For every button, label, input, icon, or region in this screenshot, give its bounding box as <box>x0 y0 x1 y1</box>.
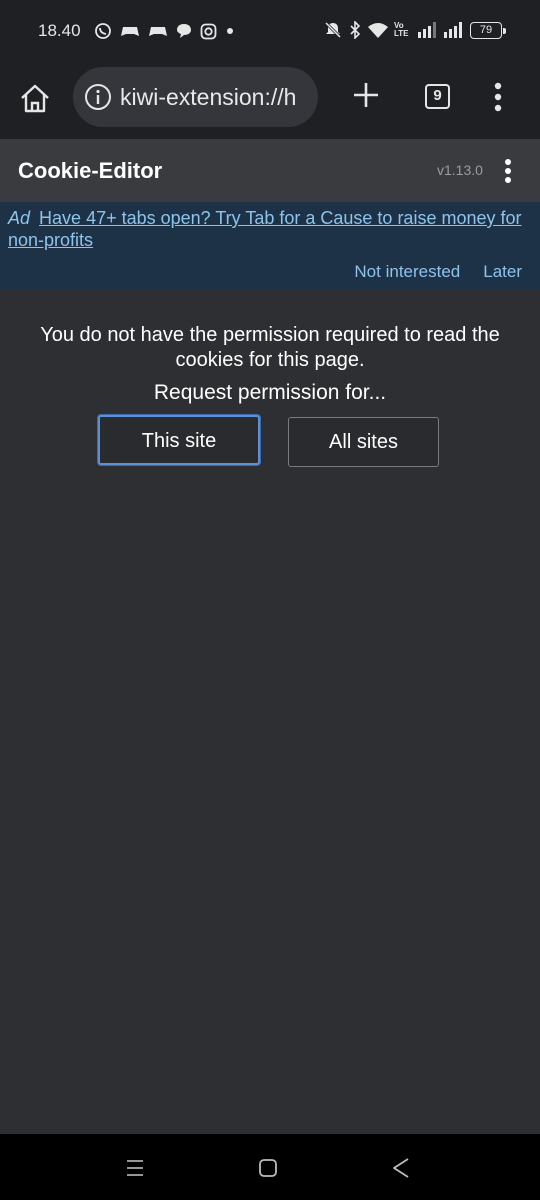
status-time: 18.40 <box>38 21 81 40</box>
tab-switcher-button[interactable]: 9 <box>425 84 450 109</box>
system-icons: Vo LTE 79 <box>324 21 506 39</box>
url-text[interactable]: kiwi-extension://h <box>120 84 296 111</box>
extension-menu-icon[interactable] <box>500 158 516 184</box>
permission-message: You do not have the permission required … <box>40 324 500 371</box>
ad-banner: Ad Have 47+ tabs open? Try Tab for a Cau… <box>0 202 540 289</box>
battery-indicator: 79 <box>470 21 506 39</box>
game-controller-icon <box>149 27 167 36</box>
home-icon[interactable] <box>18 82 52 116</box>
signal-icon <box>418 22 436 38</box>
ad-text: Ad Have 47+ tabs open? Try Tab for a Cau… <box>8 207 533 251</box>
extension-header: Cookie-Editor v1.13.0 <box>0 139 540 202</box>
ad-actions: Not interested Later <box>354 262 522 282</box>
recents-icon[interactable] <box>125 1158 145 1178</box>
wifi-icon <box>368 22 388 38</box>
back-icon[interactable] <box>391 1157 411 1179</box>
chat-bubble-icon <box>177 24 191 38</box>
new-tab-icon[interactable] <box>350 79 382 111</box>
all-sites-button[interactable]: All sites <box>288 417 439 467</box>
volte-icon: Vo LTE <box>394 21 409 38</box>
status-bar: 18.40 Vo LTE 79 <box>0 0 540 62</box>
whatsapp-icon <box>95 23 111 39</box>
signal-icon <box>444 22 462 38</box>
ad-label: Ad <box>8 208 31 228</box>
dot-icon <box>227 28 233 34</box>
later-button[interactable]: Later <box>483 262 522 282</box>
ad-link[interactable]: Have 47+ tabs open? Try Tab for a Cause … <box>8 208 522 250</box>
overflow-menu-icon[interactable] <box>486 80 510 114</box>
not-interested-button[interactable]: Not interested <box>354 262 460 282</box>
permission-request-label: Request permission for... <box>153 381 387 404</box>
info-icon[interactable] <box>84 83 112 111</box>
system-navigation-bar <box>0 1134 540 1200</box>
nav-home-icon[interactable] <box>258 1158 278 1178</box>
main-content: You do not have the permission required … <box>0 289 540 1134</box>
address-bar[interactable]: kiwi-extension://h <box>73 67 318 127</box>
extension-title: Cookie-Editor <box>18 158 163 183</box>
extension-version: v1.13.0 <box>437 162 483 178</box>
instagram-icon <box>200 23 217 39</box>
bluetooth-icon <box>350 21 361 39</box>
mute-icon <box>324 21 342 39</box>
game-controller-icon <box>121 27 139 36</box>
this-site-button[interactable]: This site <box>98 415 260 465</box>
notification-icons <box>94 22 235 40</box>
browser-toolbar: kiwi-extension://h 9 <box>0 62 540 139</box>
